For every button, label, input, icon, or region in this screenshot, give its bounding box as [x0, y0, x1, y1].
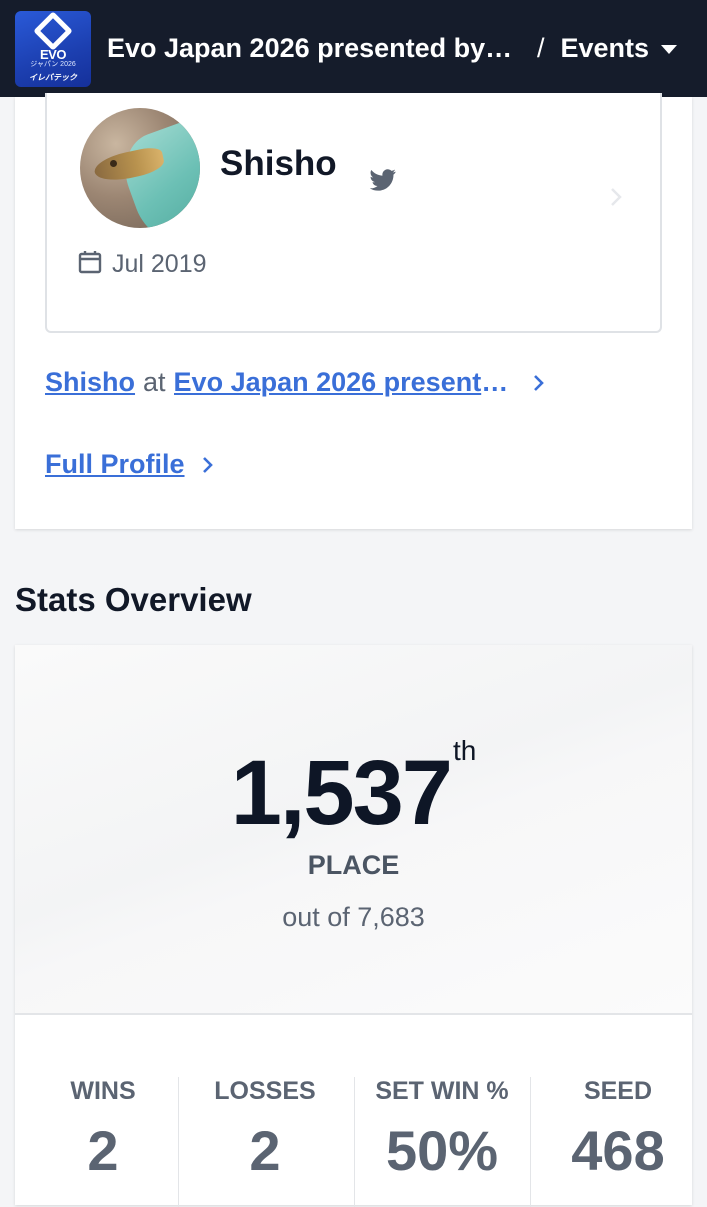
player-name[interactable]: Shisho — [220, 144, 337, 184]
stat-value: 2 — [87, 1119, 119, 1182]
placement-suffix: th — [452, 735, 477, 766]
entrants-total: out of 7,683 — [282, 902, 425, 932]
tournament-title[interactable]: Evo Japan 2026 presented by Levatech — [107, 33, 519, 64]
stat-set-win-percent: SET WIN % 50% — [354, 1077, 530, 1183]
chevron-right-icon[interactable] — [609, 187, 623, 207]
top-bar: EVO ジャパン 2026 イレバテック Evo Japan 2026 pres… — [0, 0, 707, 97]
placement-panel: 1,537th PLACE out of 7,683 — [15, 645, 692, 1015]
full-profile-link[interactable]: Full Profile — [45, 449, 185, 480]
stat-label: WINS — [70, 1077, 136, 1105]
logo-sponsor: イレバテック — [29, 72, 77, 82]
chevron-right-icon[interactable] — [532, 373, 546, 393]
stat-value: 468 — [571, 1119, 665, 1182]
full-profile-row: Full Profile — [45, 449, 215, 480]
logo-subtext: ジャパン 2026 — [30, 60, 76, 68]
stat-label: LOSSES — [214, 1077, 316, 1105]
stat-value: 50% — [385, 1119, 499, 1182]
player-profile-card[interactable]: Shisho Jul 2019 — [45, 93, 662, 333]
stat-label: SEED — [583, 1077, 653, 1105]
events-dropdown-label[interactable]: Events — [561, 33, 650, 64]
at-text: at — [143, 367, 166, 397]
calendar-icon — [78, 251, 102, 274]
twitter-icon[interactable] — [369, 169, 397, 191]
stat-wins: WINS 2 — [15, 1077, 191, 1183]
stats-overview-title: Stats Overview — [15, 581, 252, 618]
logo-text: EVO — [40, 46, 66, 62]
stat-label: SET WIN % — [375, 1077, 509, 1105]
placement-label: PLACE — [307, 850, 400, 880]
event-link[interactable]: Evo Japan 2026 presented by Levatech — [174, 367, 516, 398]
joined-date: Jul 2019 — [112, 250, 207, 278]
player-link[interactable]: Shisho — [45, 367, 135, 398]
stat-losses: LOSSES 2 — [177, 1077, 353, 1183]
breadcrumb-separator: / — [537, 33, 545, 63]
chevron-right-icon[interactable] — [201, 455, 215, 475]
stat-seed: SEED 468 — [530, 1077, 706, 1183]
avatar[interactable] — [80, 108, 200, 228]
placement-value: 1,537th — [15, 735, 692, 846]
player-at-event-row: Shisho at Evo Japan 2026 presented by Le… — [45, 367, 546, 398]
caret-down-icon[interactable] — [661, 45, 678, 54]
placement-number: 1,537 — [230, 742, 453, 844]
attendee-card: Shisho Jul 2019 Shisho at Evo Japan 2026… — [15, 93, 692, 529]
logo-diamond-icon — [33, 10, 73, 51]
evo-japan-logo[interactable]: EVO ジャパン 2026 イレバテック — [15, 10, 91, 87]
stats-card: 1,537th PLACE out of 7,683 WINS 2 LOSSES… — [15, 645, 692, 1207]
stat-value: 2 — [249, 1119, 281, 1182]
